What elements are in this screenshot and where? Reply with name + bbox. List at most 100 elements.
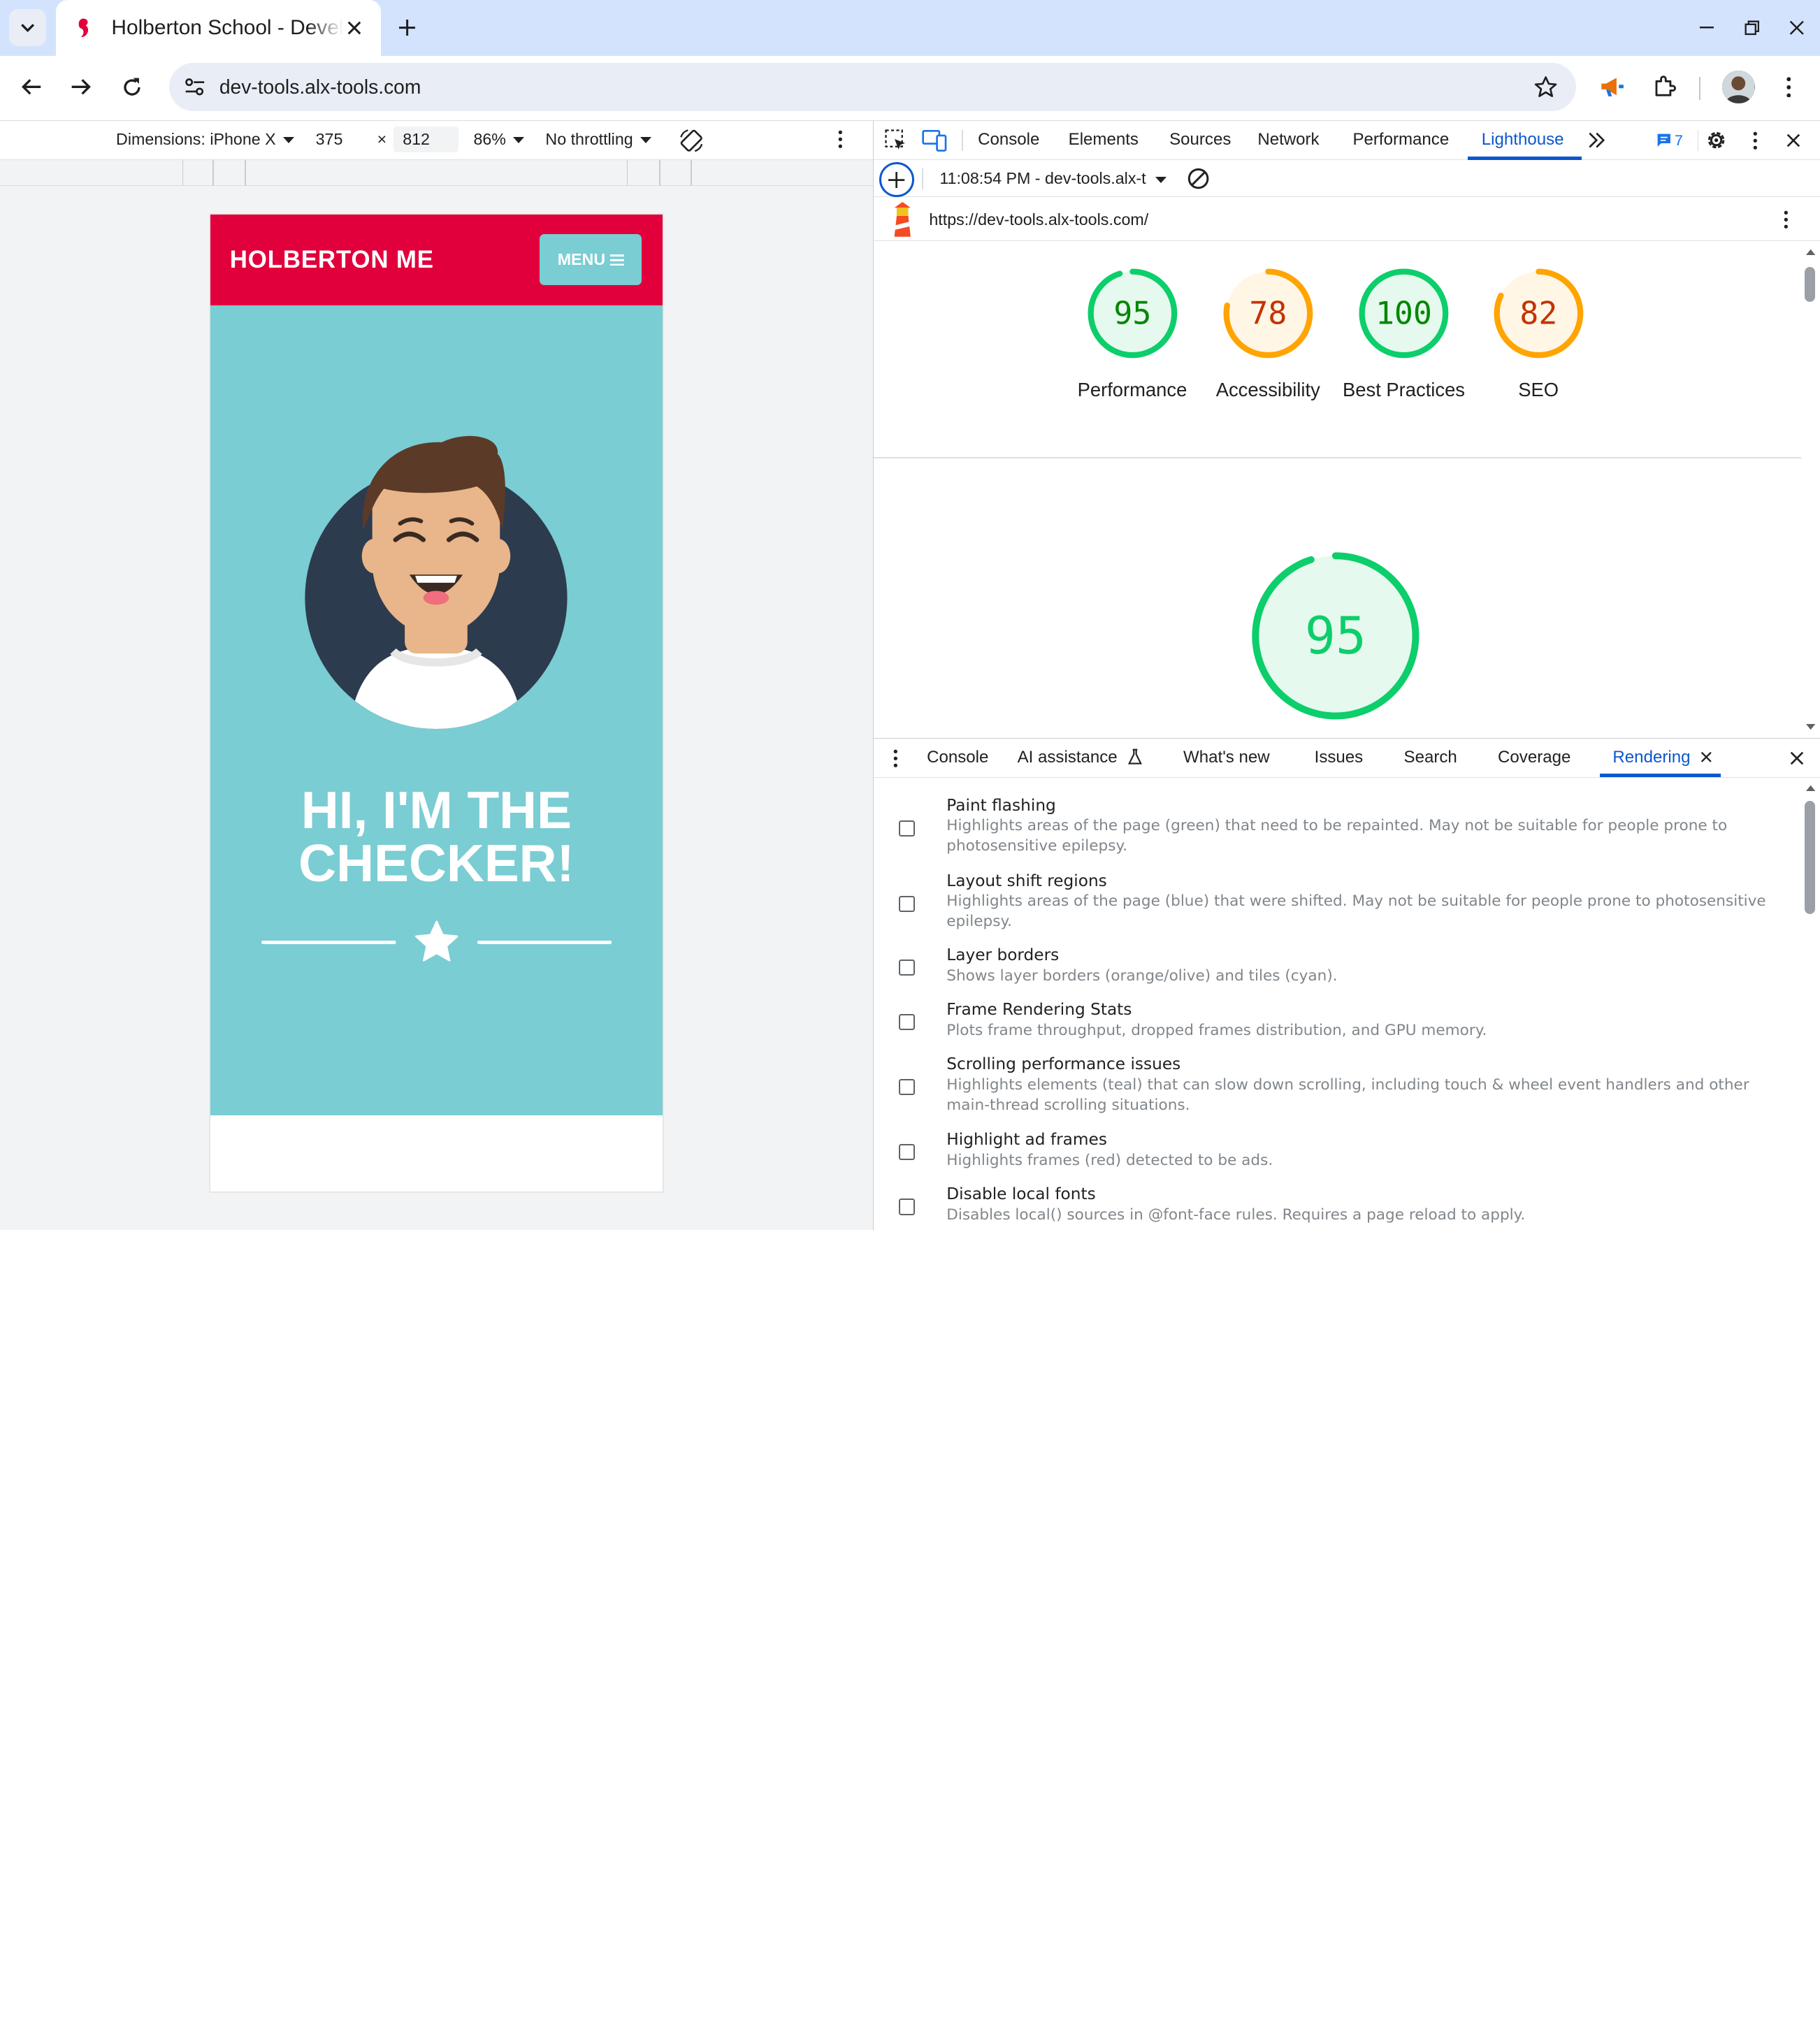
scroll-thumb[interactable] [1805,266,1815,302]
width-input[interactable]: 375 [306,126,372,152]
clear-reports-button[interactable] [1187,167,1210,194]
site-menu-button[interactable]: MENU [540,234,642,286]
bookmark-star-button[interactable] [1532,73,1560,101]
score-gauge-seo[interactable]: 82 SEO [1475,267,1603,404]
issues-counter-button[interactable]: 7 [1647,128,1693,154]
paint-flashing-checkbox[interactable] [899,820,916,837]
score-value: 78 [1249,294,1287,331]
tab-performance[interactable]: Performance [1352,130,1449,150]
dropdown-arrow-icon [640,137,651,145]
device-toggle-button[interactable] [922,128,948,154]
tab-lighthouse[interactable]: Lighthouse [1482,130,1564,150]
toolbar-divider [1698,76,1700,100]
drawer-tab-rendering[interactable]: Rendering [1612,748,1712,767]
site-info-icon[interactable] [181,73,209,101]
main-score-gauge: 95 [1252,552,1420,720]
option-title: Layout shift regions [946,871,1107,891]
star-icon [414,920,458,962]
avatar[interactable] [1722,71,1755,103]
toolbar-divider [961,129,963,151]
forward-button[interactable] [64,70,99,105]
throttling-label: No throttling [545,129,633,148]
score-gauge-performance[interactable]: 95 Performance [1069,267,1197,404]
customize-devtools-button[interactable] [1742,128,1768,154]
extension-megaphone-button[interactable] [1595,70,1630,105]
tab-sources[interactable]: Sources [1169,130,1231,150]
close-drawer-button[interactable] [1784,746,1810,772]
address-bar[interactable]: dev-tools.alx-tools.com [169,62,1576,112]
layout-shift-regions-checkbox[interactable] [899,895,916,913]
close-icon [1791,752,1804,765]
device-toolbar: Dimensions: iPhone X 375 × 812 86% No th… [0,120,873,161]
restore-button[interactable] [1729,0,1775,56]
close-window-button[interactable] [1775,0,1820,56]
layer-borders-checkbox[interactable] [899,960,916,976]
disable-local-fonts-checkbox[interactable] [899,1199,916,1215]
score-label: SEO [1518,379,1559,401]
drawer-tab-ai-assistance[interactable]: AI assistance [1018,748,1142,767]
reload-button[interactable] [115,70,150,105]
back-button[interactable] [14,70,49,105]
more-vertical-icon [893,749,897,767]
zoom-select[interactable]: 86% [473,130,524,149]
drawer-tab-coverage[interactable]: Coverage [1498,748,1570,767]
more-vertical-icon[interactable] [1784,210,1789,229]
minimize-button[interactable] [1684,0,1729,56]
report-select[interactable]: 11:08:54 PM - dev-tools.alx-t [939,169,1167,188]
tab-console[interactable]: Console [978,130,1039,150]
chevron-double-right-icon [1589,133,1605,148]
tab-close-button[interactable] [341,15,367,41]
drawer-tab-whats-new[interactable]: What's new [1183,748,1270,767]
rotate-button[interactable] [679,128,705,158]
device-toolbar-more-button[interactable] [838,130,843,153]
close-devtools-button[interactable] [1781,128,1807,154]
block-icon [1187,168,1209,189]
frame-rendering-stats-checkbox[interactable] [899,1014,916,1031]
browser-tab[interactable]: Holberton School - Developer [55,0,381,56]
tab-network[interactable]: Network [1257,130,1319,150]
score-gauge-accessibility[interactable]: 78 Accessibility [1204,267,1332,404]
more-vertical-icon [1753,131,1758,150]
chrome-menu-button[interactable] [1771,70,1806,105]
report-scrollbar[interactable] [1801,241,1820,739]
new-tab-button[interactable] [392,13,422,43]
inspect-icon [884,129,905,150]
drawer-tab-issues[interactable]: Issues [1315,748,1364,767]
extensions-button[interactable] [1647,70,1682,105]
throttling-select[interactable]: No throttling [545,130,651,149]
device-select[interactable]: Dimensions: iPhone X [116,130,294,149]
highlight-ad-frames-checkbox[interactable] [899,1144,916,1161]
rotate-icon [680,129,703,152]
drawer-menu-button[interactable] [883,746,909,772]
score-label: Accessibility [1215,379,1320,401]
height-input[interactable]: 812 [393,126,458,152]
devtools-panel: Console Elements Sources Network Perform… [872,120,1820,1231]
drawer-tab-console[interactable]: Console [927,748,988,767]
lighthouse-report: 95 Performance 78 Accessibility 100 Best… [873,241,1803,739]
rendering-scrollbar[interactable] [1801,777,1820,1231]
score-ring: 78 [1223,268,1313,359]
report-url[interactable]: https://dev-tools.alx-tools.com/ [929,210,1148,229]
site-logo[interactable]: HOLBERTON ME [230,246,434,274]
devtools-main-tabs: Console Elements Sources Network Perform… [873,121,1820,161]
scroll-thumb[interactable] [1805,800,1815,915]
score-gauge-best-practices[interactable]: 100 Best Practices [1340,267,1468,404]
inspect-element-button[interactable] [883,128,909,154]
checker-avatar-illustration [305,435,568,729]
tab-elements[interactable]: Elements [1069,130,1139,150]
scrolling-performance-issues-checkbox[interactable] [899,1079,916,1096]
close-icon[interactable] [1700,751,1712,763]
more-tabs-button[interactable] [1584,128,1610,154]
close-icon [1790,20,1805,35]
gear-icon [1707,132,1724,149]
drawer-tab-search[interactable]: Search [1404,748,1457,767]
arrow-left-icon [21,79,41,95]
tab-search-button[interactable] [9,9,47,47]
new-report-button[interactable] [879,162,914,198]
more-vertical-icon [838,130,842,148]
report-select-label: 11:08:54 PM - dev-tools.alx-t [939,169,1146,188]
option-title: Frame Rendering Stats [946,1000,1132,1020]
settings-button[interactable] [1703,128,1729,154]
device-viewport: HOLBERTON ME MENU HI, I'M THE CHECKER! [210,215,663,1192]
site-header: HOLBERTON ME MENU [210,215,663,305]
